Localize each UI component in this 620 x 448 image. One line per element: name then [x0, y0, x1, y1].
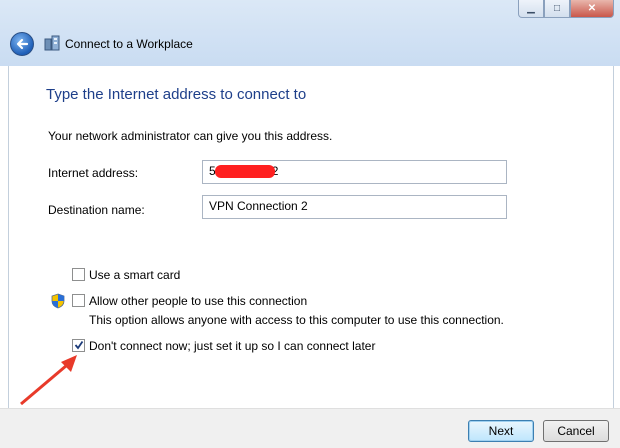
next-button[interactable]: Next [468, 420, 534, 442]
destination-name-label: Destination name: [48, 203, 145, 217]
wizard-page [8, 66, 614, 408]
page-title: Type the Internet address to connect to [46, 86, 307, 103]
maximize-button[interactable]: □ [544, 0, 570, 18]
cancel-button[interactable]: Cancel [543, 420, 609, 442]
back-arrow-icon [16, 38, 29, 50]
button-bar: Next Cancel [0, 408, 620, 448]
allow-others-checkbox[interactable] [72, 294, 85, 307]
close-button[interactable]: ✕ [570, 0, 614, 18]
checkmark-icon [74, 340, 84, 350]
uac-shield-icon [51, 293, 65, 309]
connect-later-checkbox[interactable] [72, 339, 85, 352]
destination-name-input[interactable]: VPN Connection 2 [202, 195, 507, 219]
annotation-arrow-icon [20, 355, 77, 406]
title-bar: ▁ □ ✕ Connect to a Workplace [0, 0, 620, 66]
back-button[interactable] [10, 32, 34, 56]
connect-later-label[interactable]: Don't connect now; just set it up so I c… [89, 339, 375, 353]
minimize-button[interactable]: ▁ [518, 0, 544, 18]
window-title: Connect to a Workplace [65, 37, 193, 51]
redaction-mark [215, 165, 275, 178]
allow-others-label[interactable]: Allow other people to use this connectio… [89, 294, 307, 308]
page-description: Your network administrator can give you … [48, 129, 333, 143]
smart-card-checkbox[interactable] [72, 268, 85, 281]
allow-others-note: This option allows anyone with access to… [89, 313, 504, 327]
smart-card-label[interactable]: Use a smart card [89, 268, 180, 282]
window-controls: ▁ □ ✕ [518, 0, 614, 18]
internet-address-label: Internet address: [48, 166, 139, 180]
workplace-icon [44, 35, 60, 51]
